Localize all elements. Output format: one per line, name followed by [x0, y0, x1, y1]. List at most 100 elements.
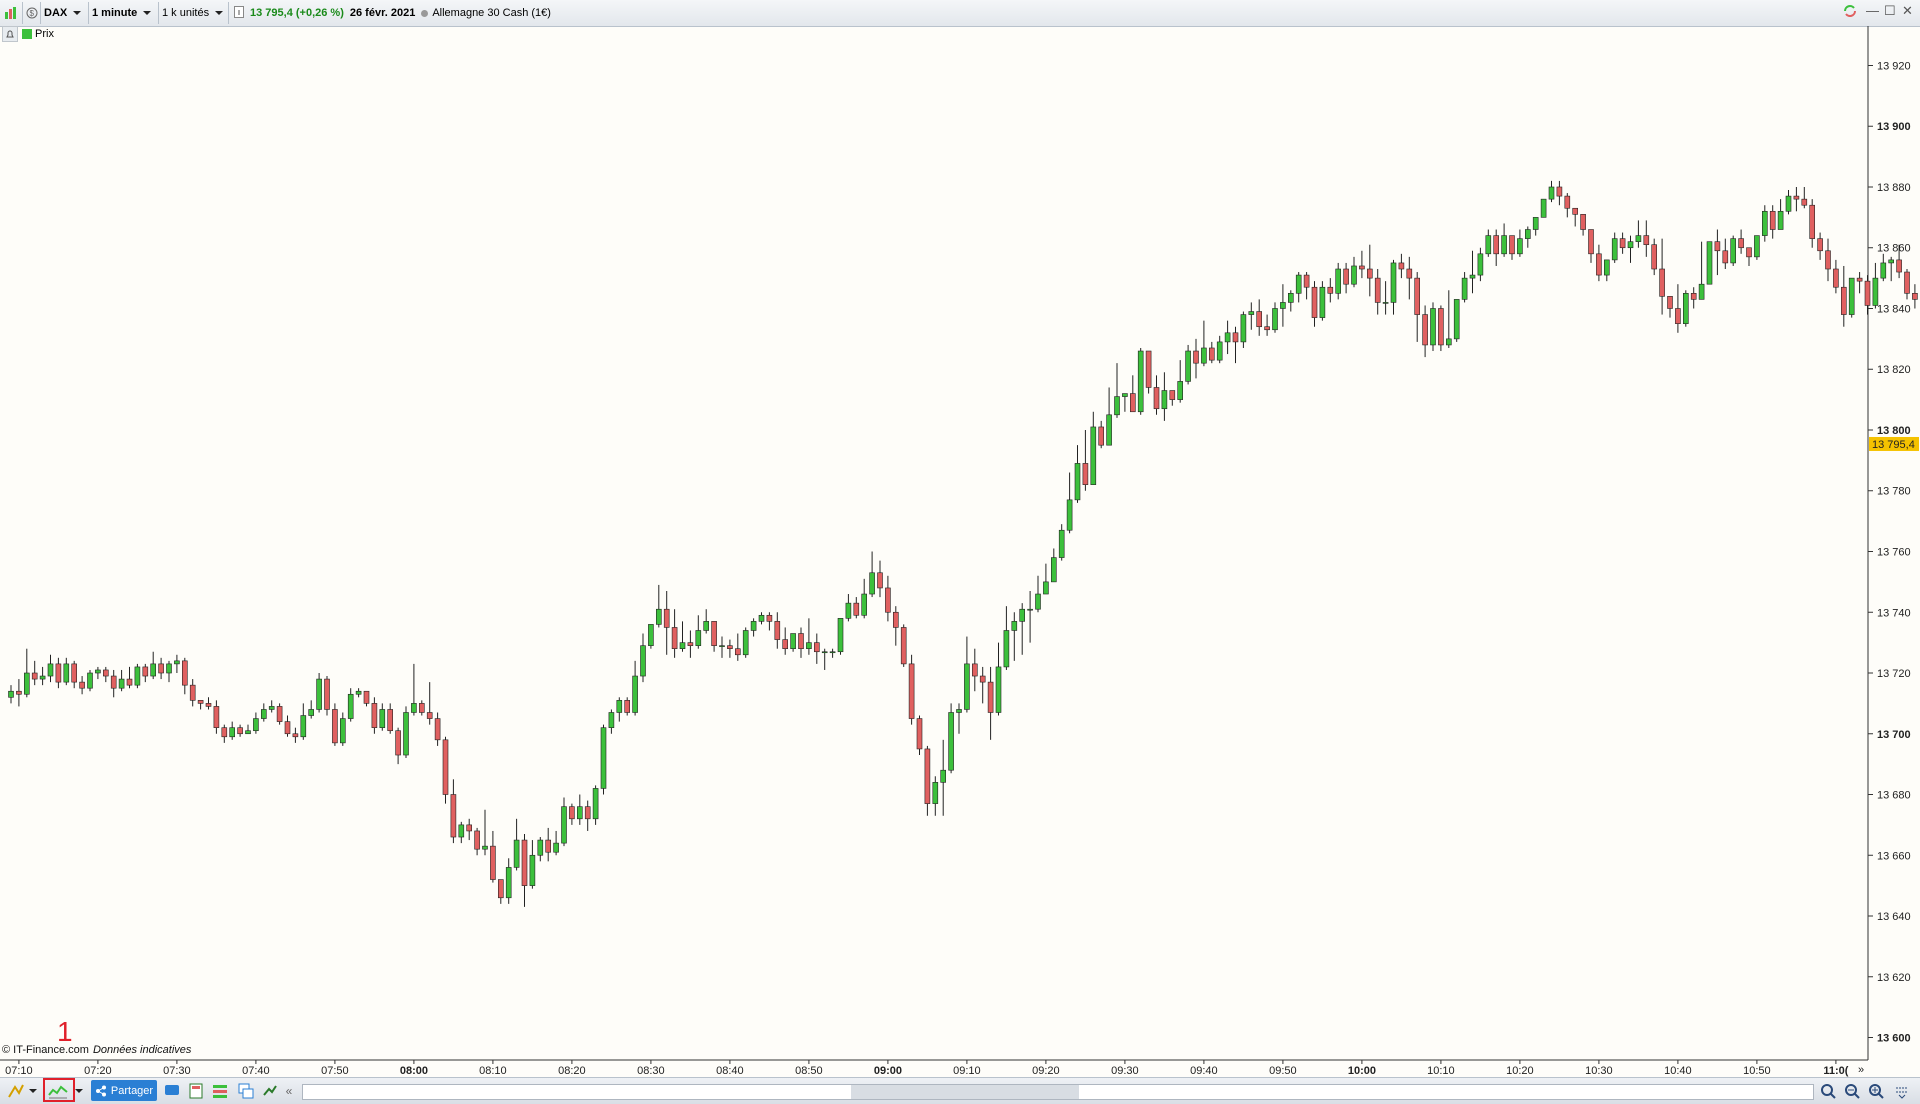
candle: [1706, 241, 1713, 285]
candle: [695, 630, 702, 646]
candle: [1090, 426, 1097, 485]
candle: [1572, 207, 1578, 215]
candlestick-chart[interactable]: 13 920 13 900 13 880 13 860 13 840 13 820 13 8…: [0, 26, 1920, 1077]
candle: [1643, 235, 1650, 246]
candle: [71, 663, 77, 683]
x-tick-label: 08:40: [716, 1065, 744, 1077]
x-tick-label: 11:0(: [1823, 1065, 1848, 1077]
quote-date: 26 févr. 2021: [349, 7, 416, 19]
candle: [798, 633, 804, 650]
candle: [1398, 262, 1405, 270]
candle: [1912, 293, 1918, 300]
candle: [1469, 274, 1476, 279]
candle: [1738, 238, 1744, 249]
drawing-tools-icon[interactable]: [6, 1081, 26, 1101]
price-chart[interactable]: 13 920 13 900 13 880 13 860 13 840 13 820 13 8…: [0, 26, 1920, 1077]
candle: [1730, 238, 1736, 264]
y-tick-label: 13 780: [1877, 486, 1911, 498]
rewind-icon[interactable]: «: [282, 1081, 296, 1101]
quote-info: 13 795,4 (+0,26 %) 26 févr. 2021 Allemag…: [234, 2, 551, 24]
candle: [1098, 426, 1104, 446]
minimize-icon[interactable]: —: [1866, 3, 1879, 18]
candle: [1011, 621, 1018, 631]
windows-icon[interactable]: [236, 1081, 256, 1101]
candle: [126, 678, 133, 686]
candle: [55, 663, 62, 683]
candle: [1114, 396, 1120, 416]
symbol-select[interactable]: DAX: [44, 2, 89, 24]
chevron-down-icon[interactable]: [74, 1081, 84, 1101]
candle: [1406, 268, 1413, 279]
highlight-box: [43, 1078, 75, 1102]
candle: [1564, 195, 1571, 209]
candle: [1540, 198, 1547, 218]
candle: [1319, 286, 1326, 318]
calculator-icon[interactable]: [186, 1081, 206, 1101]
candle: [1066, 499, 1073, 531]
candle: [497, 879, 504, 899]
candle: [1043, 581, 1049, 595]
y-tick-label: 13 800: [1877, 425, 1911, 437]
candle: [584, 806, 591, 820]
scrollbar-thumb[interactable]: [851, 1085, 1079, 1099]
interval-select[interactable]: 1 minute: [92, 2, 159, 24]
trade-icon[interactable]: [260, 1081, 280, 1101]
candle: [1667, 296, 1673, 309]
candle: [229, 727, 235, 738]
zoom-in-icon[interactable]: [1866, 1081, 1886, 1101]
candle: [655, 608, 662, 625]
x-tick-label: 10:40: [1664, 1065, 1692, 1077]
candle: [1746, 247, 1752, 258]
candle: [537, 839, 544, 856]
share-label: Partager: [110, 1084, 154, 1097]
order-book-icon[interactable]: [210, 1081, 230, 1101]
candle: [869, 572, 875, 595]
candle: [1390, 262, 1397, 303]
dollar-icon[interactable]: $: [26, 2, 41, 24]
y-tick-label: 13 640: [1877, 911, 1911, 923]
candle: [1825, 250, 1831, 270]
candle: [103, 669, 109, 677]
candle: [1627, 241, 1634, 249]
candle: [363, 690, 370, 704]
candle: [600, 727, 607, 789]
chat-icon[interactable]: [162, 1081, 182, 1101]
candle: [1082, 463, 1089, 485]
settings-icon[interactable]: [1892, 1081, 1912, 1101]
share-button[interactable]: Partager: [91, 1080, 157, 1101]
candle: [300, 715, 307, 738]
interval-label: 1 minute: [92, 7, 138, 19]
zoom-fit-icon[interactable]: [1818, 1081, 1838, 1101]
candle: [1311, 286, 1318, 318]
maximize-icon[interactable]: ☐: [1884, 3, 1896, 19]
candle: [1588, 229, 1594, 255]
candle: [1185, 350, 1191, 382]
candle: [1675, 308, 1681, 324]
time-scrollbar[interactable]: [302, 1084, 1814, 1100]
close-icon[interactable]: ✕: [1902, 3, 1913, 19]
candle: [23, 672, 30, 695]
candle: [403, 712, 409, 756]
candle: [1888, 259, 1894, 264]
candle: [1153, 387, 1160, 410]
units-select[interactable]: 1 k unités: [162, 2, 229, 24]
candle: [371, 703, 378, 728]
refresh-icon[interactable]: [1842, 3, 1858, 22]
zoom-out-icon[interactable]: [1842, 1081, 1862, 1101]
candle: [885, 587, 891, 613]
chevron-down-icon: [29, 1089, 37, 1093]
candle: [458, 824, 465, 838]
candle: [1035, 593, 1041, 610]
candle: [1374, 277, 1381, 303]
candle: [1690, 293, 1697, 300]
candle: [292, 733, 299, 738]
candle: [569, 806, 575, 820]
bar-chart-icon[interactable]: [4, 2, 23, 24]
candle: [1856, 277, 1863, 282]
info-icon[interactable]: [234, 5, 244, 21]
chevron-down-icon[interactable]: [28, 1081, 38, 1101]
candle: [1177, 381, 1183, 400]
candle: [395, 730, 401, 756]
candle: [339, 718, 346, 744]
scroll-right-icon[interactable]: »: [1858, 1064, 1864, 1076]
